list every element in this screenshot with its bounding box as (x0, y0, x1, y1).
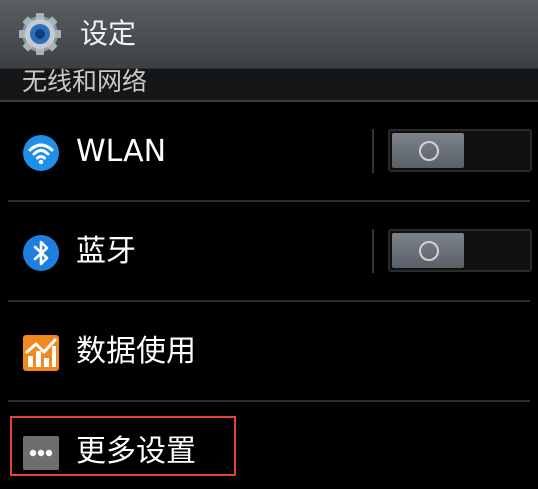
more-settings-label: 更多设置 (76, 434, 196, 469)
page-title: 设定 (80, 17, 137, 50)
data-usage-chart-icon (23, 335, 59, 371)
wifi-icon (23, 135, 59, 171)
setting-row-wlan[interactable]: WLAN (0, 102, 538, 202)
wlan-label: WLAN (76, 134, 167, 169)
toggle-separator (372, 229, 374, 273)
section-title: 无线和网络 (22, 67, 148, 96)
settings-gear-icon[interactable] (16, 12, 64, 56)
bluetooth-icon (23, 235, 59, 271)
toggle-separator (372, 129, 374, 173)
setting-row-more-settings[interactable]: 更多设置 (0, 402, 538, 489)
more-dots-icon (23, 436, 59, 470)
data-usage-label: 数据使用 (76, 334, 196, 369)
setting-row-bluetooth[interactable]: 蓝牙 (0, 202, 538, 302)
toggle-knob (392, 133, 464, 168)
toggle-knob (392, 233, 464, 268)
setting-row-data-usage[interactable]: 数据使用 (0, 302, 538, 402)
wlan-toggle[interactable] (388, 129, 532, 172)
section-header-wireless-network: 无线和网络 (0, 67, 538, 102)
bluetooth-toggle[interactable] (388, 229, 532, 272)
bluetooth-label: 蓝牙 (76, 234, 136, 269)
action-bar: 设定 (0, 0, 538, 68)
